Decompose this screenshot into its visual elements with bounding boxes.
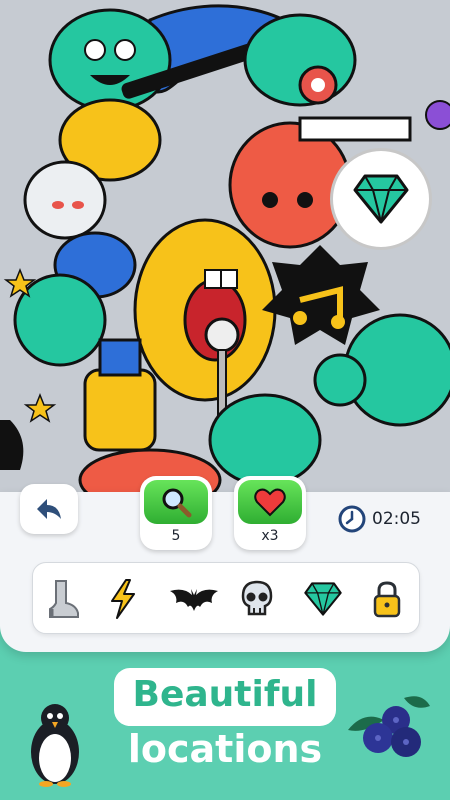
find-item-diamond[interactable] [301,577,345,621]
back-button[interactable] [20,484,78,534]
find-item-skull[interactable] [235,577,279,621]
find-item-lock[interactable] [365,577,409,621]
found-highlight [330,148,432,250]
find-item-boot[interactable] [41,577,85,621]
timer-value: 02:05 [372,509,421,529]
find-item-lightning[interactable] [101,577,145,621]
timer: 02:05 [338,504,421,534]
bat-icon [170,589,218,611]
hidden-object-scene[interactable] [0,0,450,500]
clock-icon [338,505,366,533]
lives-icon-bg [238,480,302,524]
lives-count: x3 [261,528,279,544]
boot-icon [49,580,79,618]
lightning-icon [111,579,135,619]
find-item-bat[interactable] [166,577,222,621]
diamond-icon [353,174,409,224]
magnifier-icon [162,488,192,518]
hint-button[interactable]: 5 [140,476,212,550]
diamond-icon [304,582,342,616]
penguin-illustration [31,704,79,787]
lock-icon [373,581,401,618]
skull-icon [241,580,273,616]
items-to-find-bar [32,562,420,634]
back-arrow-icon [37,499,61,519]
blueberries-illustration [348,696,430,757]
hint-count: 5 [171,528,181,544]
heart-icon [254,488,286,517]
lives-button[interactable]: x3 [234,476,306,550]
hint-icon-bg [144,480,208,524]
